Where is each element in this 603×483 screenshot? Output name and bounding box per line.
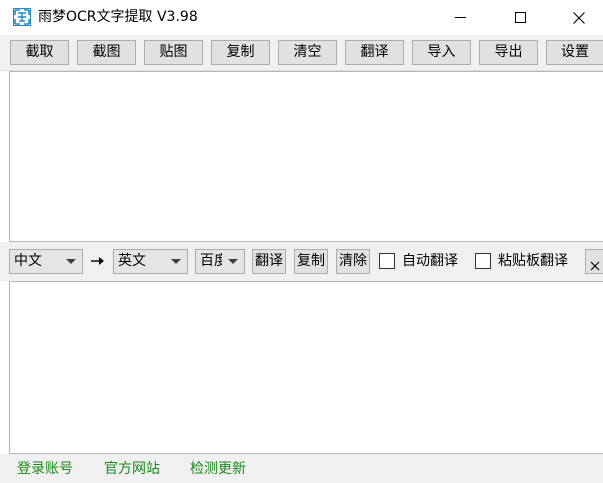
title-bar: 雨梦OCR文字提取 V3.98 [0, 0, 603, 35]
maximize-button[interactable] [497, 0, 543, 35]
check-update-link[interactable]: 检测更新 [190, 460, 246, 478]
translate-text-button[interactable]: 翻译 [252, 249, 286, 274]
source-language-select[interactable]: 中文 [9, 249, 83, 274]
clear-button[interactable]: 清空 [278, 40, 337, 65]
settings-button[interactable]: 设置 [546, 40, 603, 65]
translation-engine-select[interactable]: 百度 [195, 249, 245, 274]
chevron-down-icon [66, 259, 76, 264]
pin-image-button[interactable]: 贴图 [144, 40, 203, 65]
clear-translation-button[interactable]: 清除 [336, 249, 370, 274]
close-button[interactable] [556, 0, 602, 35]
right-arrow-icon [90, 255, 106, 271]
source-language-value: 中文 [14, 253, 42, 269]
login-account-link[interactable]: 登录账号 [17, 460, 73, 478]
screenshot-button[interactable]: 截图 [77, 40, 136, 65]
chevron-down-icon [228, 259, 238, 264]
footer-links: 登录账号 官方网站 检测更新 [0, 454, 603, 483]
translation-result-textarea[interactable] [9, 281, 603, 454]
capture-button[interactable]: 截取 [10, 40, 69, 65]
minimize-icon [454, 16, 466, 19]
official-website-link[interactable]: 官方网站 [104, 460, 160, 478]
chevron-down-icon [171, 259, 181, 264]
close-translation-button[interactable] [585, 249, 603, 274]
translate-button[interactable]: 翻译 [345, 40, 404, 65]
window-title: 雨梦OCR文字提取 V3.98 [38, 9, 198, 25]
ocr-app-icon [13, 8, 31, 26]
copy-translation-button[interactable]: 复制 [294, 249, 328, 274]
main-toolbar: 截取 截图 贴图 复制 清空 翻译 导入 导出 设置 [0, 35, 603, 71]
minimize-button[interactable] [437, 0, 483, 35]
clipboard-translate-checkbox[interactable] [475, 253, 491, 269]
import-button[interactable]: 导入 [412, 40, 471, 65]
copy-button[interactable]: 复制 [211, 40, 270, 65]
close-icon [573, 11, 585, 24]
target-language-select[interactable]: 英文 [113, 249, 188, 274]
translation-engine-value: 百度 [200, 253, 222, 269]
maximize-icon [514, 12, 526, 23]
clipboard-translate-label: 粘贴板翻译 [498, 253, 568, 269]
auto-translate-checkbox[interactable] [379, 253, 395, 269]
ocr-result-textarea[interactable] [9, 71, 603, 242]
auto-translate-label: 自动翻译 [402, 253, 458, 269]
export-button[interactable]: 导出 [479, 40, 538, 65]
target-language-value: 英文 [118, 253, 146, 269]
close-icon [590, 256, 600, 273]
